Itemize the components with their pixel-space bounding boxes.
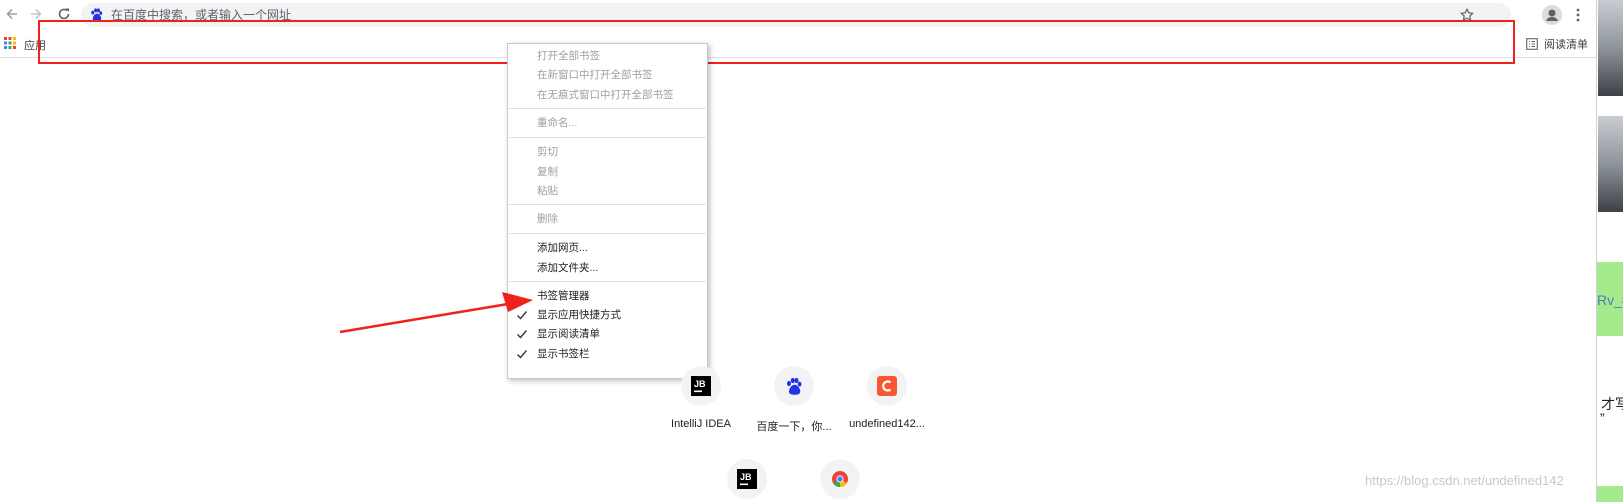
reading-list-icon [1526, 38, 1538, 50]
svg-text:JB: JB [694, 379, 706, 389]
menu-item-cut[interactable]: 剪切 [537, 145, 558, 159]
csdn-c-icon [877, 376, 897, 396]
shortcut-icon-wrapper [774, 366, 814, 406]
shortcut-icon-wrapper [867, 366, 907, 406]
menu-item-open-all-incognito[interactable]: 在无痕式窗口中打开全部书签 [537, 88, 674, 102]
menu-separator [509, 233, 706, 234]
menu-item-open-all-bookmarks[interactable]: 打开全部书签 [537, 49, 600, 63]
shortcut-label: undefined142... [849, 418, 925, 430]
menu-item-show-apps-shortcut[interactable]: 显示应用快捷方式 [537, 308, 621, 322]
menu-item-open-all-new-window[interactable]: 在新窗口中打开全部书签 [537, 68, 653, 82]
shortcut-icon-wrapper: JB [727, 459, 767, 499]
green-block: Rv_8 [1597, 262, 1623, 336]
back-button[interactable] [1, 3, 23, 25]
menu-kebab-button[interactable] [1574, 6, 1582, 24]
back-arrow-icon [6, 8, 17, 20]
menu-separator [509, 204, 706, 205]
jetbrains-icon: JB [737, 469, 757, 489]
shortcut-label: 百度一下，你... [756, 421, 832, 433]
menu-item-add-folder[interactable]: 添加文件夹... [537, 261, 598, 275]
csdn-watermark: https://blog.csdn.net/undefined142 [1365, 473, 1564, 488]
thumbnail-image [1598, 0, 1623, 96]
shortcut-tile[interactable]: JB [727, 459, 767, 499]
menu-separator [509, 137, 706, 138]
shortcut-icon-wrapper: JB [681, 366, 721, 406]
menu-item-add-page[interactable]: 添加网页... [537, 241, 588, 255]
annotation-highlight-box [38, 20, 1515, 64]
menu-item-show-reading-list[interactable]: 显示阅读清单 [537, 327, 600, 341]
strip-text: Rv_8 [1597, 292, 1623, 308]
adjacent-window-strip: Rv_8 才写 ” [1596, 0, 1623, 502]
profile-avatar[interactable] [1542, 5, 1562, 25]
annotation-arrow [339, 292, 533, 334]
menu-item-show-bookmarks-bar[interactable]: 显示书签栏 [537, 347, 590, 361]
checkmark-icon [516, 350, 528, 359]
reading-list-button[interactable]: 阅读清单 [1526, 36, 1588, 52]
shortcut-icon-wrapper [820, 459, 860, 499]
shortcut-tile[interactable] [820, 459, 860, 499]
reading-list-label: 阅读清单 [1544, 39, 1588, 51]
baidu-paw-icon [787, 377, 802, 395]
person-icon [1546, 9, 1558, 21]
apps-grid-icon[interactable] [4, 37, 16, 49]
green-block [1597, 486, 1623, 502]
strip-text: ” [1600, 410, 1605, 426]
menu-item-rename[interactable]: 重命名... [537, 116, 577, 130]
shortcut-label: IntelliJ IDEA [671, 418, 731, 430]
thumbnail-image [1598, 116, 1623, 212]
svg-text:JB: JB [740, 472, 752, 482]
menu-item-copy[interactable]: 复制 [537, 165, 558, 179]
shortcut-tile[interactable]: undefined142... [845, 366, 929, 430]
menu-item-bookmark-manager[interactable]: 书签管理器 [537, 289, 590, 303]
shortcut-tile[interactable]: 百度一下，你... [752, 366, 836, 434]
more-vert-icon [1576, 8, 1580, 22]
shortcut-tile[interactable]: JB IntelliJ IDEA [659, 366, 743, 430]
menu-item-paste[interactable]: 粘贴 [537, 184, 558, 198]
forward-arrow-icon [31, 8, 42, 20]
menu-item-delete[interactable]: 删除 [537, 212, 558, 226]
chrome-icon [832, 471, 848, 487]
menu-separator [509, 108, 706, 109]
reload-icon [58, 8, 70, 20]
jetbrains-icon: JB [691, 376, 711, 396]
